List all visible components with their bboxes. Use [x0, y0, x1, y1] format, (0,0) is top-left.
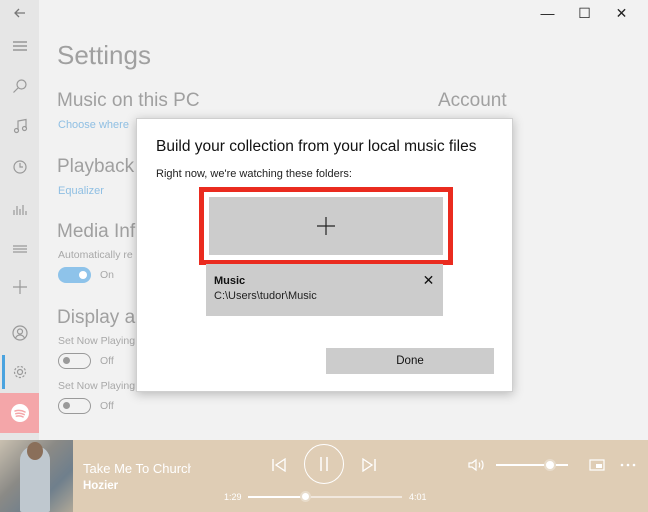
minimize-icon[interactable]: — [529, 4, 566, 22]
volume-icon[interactable] [464, 453, 490, 477]
equalizer-link[interactable]: Equalizer [58, 185, 104, 197]
display-section-heading: Display ar [57, 307, 142, 328]
now-playing-toggle-2[interactable] [58, 398, 91, 414]
now-playing-bar: Take Me To Church Hozier 1:29 4:01 [0, 440, 648, 512]
next-icon[interactable] [356, 453, 382, 477]
nav-rail [0, 0, 39, 440]
volume-slider[interactable] [496, 464, 568, 466]
now-playing-toggle-1[interactable] [58, 353, 91, 369]
pause-button[interactable] [304, 444, 344, 484]
back-icon[interactable] [0, 0, 39, 28]
playback-section-heading: Playback [57, 156, 135, 177]
media-info-heading: Media Inf [57, 221, 136, 242]
album-art[interactable] [0, 440, 73, 512]
user-icon[interactable] [0, 318, 39, 348]
more-icon[interactable] [615, 453, 641, 477]
settings-icon[interactable] [0, 357, 39, 387]
choose-folders-link[interactable]: Choose where [58, 119, 129, 131]
music-note-icon[interactable] [0, 111, 39, 141]
now-playing-label-2: Set Now Playing [58, 380, 136, 392]
track-title[interactable]: Take Me To Church [83, 461, 191, 476]
dialog-title: Build your collection from your local mu… [156, 138, 477, 155]
close-icon[interactable]: ✕ [603, 4, 640, 22]
folder-path: C:\Users\tudor\Music [214, 290, 317, 302]
elapsed-time: 1:29 [224, 492, 242, 502]
total-time: 4:01 [409, 492, 427, 502]
media-auto-label: Automatically re [58, 249, 133, 261]
window-controls: — ☐ ✕ [529, 4, 640, 22]
toggle-state-1: Off [100, 355, 114, 367]
seek-handle[interactable] [299, 491, 311, 502]
now-playing-icon[interactable] [0, 194, 39, 224]
done-button[interactable]: Done [326, 348, 494, 374]
folder-name: Music [214, 275, 246, 287]
track-artist[interactable]: Hozier [83, 480, 118, 492]
folder-item: Music C:\Users\tudor\Music ✕ [206, 264, 443, 316]
media-info-toggle[interactable] [58, 267, 91, 283]
add-folder-button[interactable] [209, 197, 443, 255]
search-icon[interactable] [0, 71, 39, 101]
account-section-heading: Account [438, 90, 507, 111]
media-toggle-state: On [100, 269, 115, 281]
add-icon[interactable] [0, 272, 39, 302]
highlight-box [199, 187, 453, 265]
queue-icon[interactable] [0, 234, 39, 264]
seek-progress [248, 496, 305, 498]
plus-icon [317, 217, 335, 235]
music-section-heading: Music on this PC [57, 90, 200, 111]
toggle-state-2: Off [100, 400, 114, 412]
mini-player-icon[interactable] [584, 453, 610, 477]
maximize-icon[interactable]: ☐ [566, 4, 603, 22]
hamburger-icon[interactable] [0, 31, 39, 61]
previous-icon[interactable] [266, 453, 292, 477]
now-playing-label-1: Set Now Playing [58, 335, 136, 347]
spotify-icon[interactable] [0, 393, 39, 433]
recent-icon[interactable] [0, 152, 39, 182]
folder-dialog: Build your collection from your local mu… [136, 118, 513, 392]
remove-folder-icon[interactable]: ✕ [422, 273, 435, 287]
volume-handle[interactable] [544, 459, 556, 471]
dialog-subtitle: Right now, we're watching these folders: [156, 168, 352, 180]
page-title: Settings [57, 40, 151, 70]
